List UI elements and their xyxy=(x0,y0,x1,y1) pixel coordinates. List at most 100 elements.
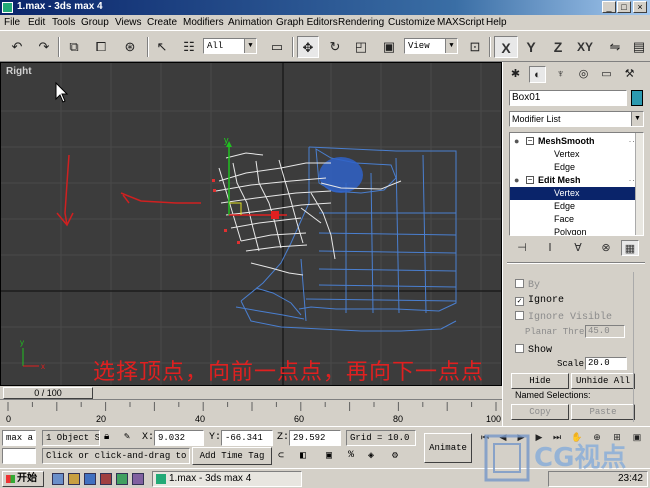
unhide-all-button[interactable]: Unhide All xyxy=(571,373,635,389)
zoom-extents-icon[interactable]: ▣ xyxy=(630,430,644,444)
quicklaunch-app-icon[interactable] xyxy=(116,473,128,485)
quicklaunch-app-icon[interactable] xyxy=(132,473,144,485)
collapse-icon[interactable]: − xyxy=(526,176,534,184)
menu-rendering[interactable]: Rendering xyxy=(338,17,384,28)
quicklaunch-ie-icon[interactable] xyxy=(52,473,64,485)
x-coord-field[interactable]: 9.032 xyxy=(154,430,204,446)
make-unique-icon[interactable]: ∀ xyxy=(569,240,587,256)
select-by-name-icon[interactable]: ☷ xyxy=(178,36,200,58)
restrict-xy-button[interactable]: XY xyxy=(572,36,598,58)
menu-graph-editors[interactable]: Graph Editors xyxy=(276,17,338,28)
pin-stack-icon[interactable]: ⊣ xyxy=(513,240,531,256)
goto-start-icon[interactable]: ⏮ xyxy=(478,430,492,444)
snap-icon[interactable]: ◧ xyxy=(300,450,306,462)
close-button[interactable]: × xyxy=(633,1,647,13)
lightbulb-icon[interactable]: ● xyxy=(514,136,522,146)
stack-item-polygon[interactable]: Polygon xyxy=(510,226,636,235)
menu-help[interactable]: Help xyxy=(486,17,507,28)
display-tab-icon[interactable]: ▭ xyxy=(598,66,615,83)
bind-to-space-warp-icon[interactable]: ⊛ xyxy=(119,36,141,58)
planar-thresh-spinner[interactable]: 45.0 xyxy=(585,325,625,338)
ignore-visible-row[interactable]: Ignore Visible xyxy=(515,311,612,323)
region-select-icon[interactable]: ▭ xyxy=(266,36,288,58)
stack-scrollbar[interactable] xyxy=(635,133,643,235)
motion-tab-icon[interactable]: ◎ xyxy=(575,66,592,83)
show-normals-row[interactable]: Show xyxy=(515,344,552,356)
percent-snap-icon[interactable]: % xyxy=(348,450,354,461)
show-end-result-icon[interactable]: Ⅰ xyxy=(541,240,559,256)
menu-views[interactable]: Views xyxy=(115,17,142,28)
ignore-visible-checkbox[interactable] xyxy=(515,311,524,320)
menu-tools[interactable]: Tools xyxy=(52,17,75,28)
restrict-x-button[interactable]: X xyxy=(494,36,518,58)
menu-create[interactable]: Create xyxy=(147,17,177,28)
stack-item-vertex-selected[interactable]: Vertex xyxy=(510,187,636,200)
pivot-center-icon[interactable]: ⊡ xyxy=(464,36,486,58)
quicklaunch-app-icon[interactable] xyxy=(100,473,112,485)
magnet-icon[interactable]: ⊂ xyxy=(278,450,284,462)
unlink-selection-icon[interactable]: ⧠ xyxy=(90,36,112,58)
squash-icon[interactable]: ▣ xyxy=(378,36,400,58)
redo-icon[interactable]: ↷ xyxy=(33,36,55,58)
stack-item-edge[interactable]: Edge xyxy=(510,161,636,174)
zoom-all-icon[interactable]: ⊞ xyxy=(610,430,624,444)
maximize-button[interactable]: □ xyxy=(617,1,631,13)
select-object-icon[interactable]: ↖ xyxy=(151,36,173,58)
ignore-backfacing-checkbox[interactable]: ✓ xyxy=(515,297,524,306)
restrict-z-button[interactable]: Z xyxy=(546,36,570,58)
stack-item-edge[interactable]: Edge xyxy=(510,200,636,213)
spinner-snap-icon[interactable]: ◈ xyxy=(368,450,374,462)
by-vertex-checkbox[interactable] xyxy=(515,279,524,288)
show-normals-checkbox[interactable] xyxy=(515,344,524,353)
mirror-icon[interactable]: ⇋ xyxy=(604,36,626,58)
next-frame-icon[interactable]: ▶ xyxy=(532,430,546,444)
collapse-icon[interactable]: − xyxy=(526,137,534,145)
quicklaunch-desktop-icon[interactable] xyxy=(84,473,96,485)
hierarchy-tab-icon[interactable]: ♆ xyxy=(552,66,569,83)
menu-maxscript[interactable]: MAXScript xyxy=(437,17,484,28)
undo-icon[interactable]: ↶ xyxy=(6,36,28,58)
taskbar-item-3dsmax[interactable]: 1.max - 3ds max 4 xyxy=(152,471,302,487)
lightbulb-icon[interactable]: ● xyxy=(514,175,522,185)
reference-coord-dropdown[interactable]: View ▼ xyxy=(404,38,458,54)
by-vertex-row[interactable]: By xyxy=(515,279,540,291)
restrict-y-button[interactable]: Y xyxy=(519,36,543,58)
stack-item-vertex[interactable]: Vertex xyxy=(510,148,636,161)
absolute-mode-icon[interactable]: ✎ xyxy=(124,431,130,443)
create-tab-icon[interactable]: ✱ xyxy=(507,66,524,83)
ignore-backfacing-row[interactable]: ✓ Ignore xyxy=(515,295,564,306)
paste-button[interactable]: Paste xyxy=(571,404,635,420)
quicklaunch-folder-icon[interactable] xyxy=(68,473,80,485)
command-panel-scrollbar[interactable] xyxy=(633,272,643,422)
selection-filter-dropdown[interactable]: All ▼ xyxy=(203,38,257,54)
add-time-tag-button[interactable]: Add Time Tag xyxy=(192,447,272,465)
select-and-move-icon[interactable]: ✥ xyxy=(297,36,319,58)
viewport-label[interactable]: Right xyxy=(6,66,32,77)
goto-end-icon[interactable]: ⏭ xyxy=(550,430,564,444)
angle-snap-icon[interactable]: ▣ xyxy=(326,450,332,462)
remove-modifier-icon[interactable]: ⊗ xyxy=(597,240,615,256)
pan-icon[interactable]: ✋ xyxy=(570,430,584,444)
viewport-canvas[interactable]: y y x xyxy=(1,63,502,386)
start-button[interactable]: 开始 xyxy=(2,471,44,487)
previous-frame-icon[interactable]: ◀ xyxy=(496,430,510,444)
array-icon[interactable]: ▤ xyxy=(628,36,650,58)
animate-button[interactable]: Animate xyxy=(424,433,472,463)
menu-file[interactable]: File xyxy=(4,17,20,28)
modifier-list-dropdown[interactable]: Modifier List ▼ xyxy=(509,111,644,127)
z-coord-field[interactable]: 29.592 xyxy=(289,430,341,446)
select-and-scale-icon[interactable]: ◰ xyxy=(350,36,372,58)
utilities-tab-icon[interactable]: ⚒ xyxy=(621,66,638,83)
select-and-rotate-icon[interactable]: ↻ xyxy=(324,36,346,58)
viewport-right[interactable]: y y x Right 选择顶点，向前一点点，再向下一点点 xyxy=(0,62,502,386)
zoom-icon[interactable]: ⊕ xyxy=(590,430,604,444)
modify-tab-icon[interactable]: ◐ xyxy=(529,66,546,83)
stack-item-edit-mesh[interactable]: ● − Edit Mesh · · xyxy=(510,174,636,187)
play-icon[interactable]: ▶ xyxy=(514,430,528,444)
copy-button[interactable]: Copy xyxy=(511,404,569,420)
named-selection-icon[interactable]: ⚙ xyxy=(392,450,398,462)
stack-item-meshsmooth[interactable]: ● − MeshSmooth · · xyxy=(510,135,636,148)
select-and-link-icon[interactable]: ⧉ xyxy=(63,36,85,58)
menu-group[interactable]: Group xyxy=(81,17,109,28)
menu-animation[interactable]: Animation xyxy=(228,17,272,28)
